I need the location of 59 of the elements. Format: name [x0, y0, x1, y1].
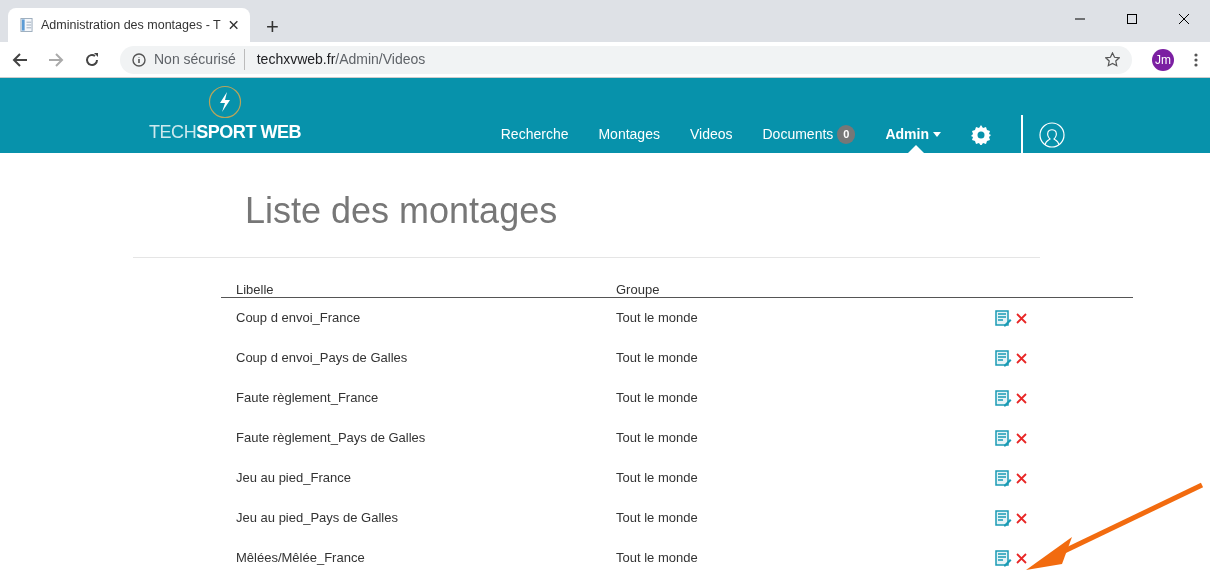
- star-icon[interactable]: [1105, 52, 1120, 67]
- browser-tab[interactable]: Administration des montages - T: [8, 8, 250, 42]
- edit-icon[interactable]: [995, 549, 1012, 567]
- count-badge: 0: [837, 125, 856, 144]
- delete-icon[interactable]: [1016, 432, 1027, 444]
- back-icon[interactable]: [12, 51, 28, 68]
- table-cell-text: Jeu au pied_France: [236, 469, 352, 488]
- delete-icon[interactable]: [1016, 312, 1027, 324]
- table-cell-text: Tout le monde: [616, 429, 699, 448]
- settings-icon[interactable]: [971, 124, 991, 145]
- menu-icon[interactable]: [1194, 51, 1198, 68]
- column-header: Libelle: [236, 281, 275, 297]
- close-icon[interactable]: [1178, 13, 1190, 25]
- table-cell-text: Jeu au pied_Pays de Galles: [236, 509, 399, 528]
- table-cell-text: Tout le monde: [616, 309, 699, 328]
- info-icon: [132, 52, 146, 67]
- edit-icon[interactable]: [995, 349, 1012, 367]
- nav-link[interactable]: Videos: [689, 116, 733, 153]
- edit-icon[interactable]: [995, 509, 1012, 527]
- maximize-icon[interactable]: [1126, 13, 1138, 25]
- document-icon: [20, 17, 33, 33]
- security-label: Non sécurisé: [154, 49, 245, 70]
- nav-link[interactable]: Documents 0: [762, 116, 856, 153]
- nav-link[interactable]: Recherche: [500, 116, 569, 153]
- table-cell-text: Mêlées/Mêlée_France: [236, 549, 366, 568]
- page-title: Liste des montages: [245, 193, 559, 229]
- edit-icon[interactable]: [995, 469, 1012, 487]
- delete-icon[interactable]: [1016, 512, 1027, 524]
- edit-icon[interactable]: [995, 389, 1012, 407]
- lightning-logo-icon: [208, 85, 243, 119]
- new-tab-button[interactable]: +: [262, 16, 283, 38]
- address-bar[interactable]: Non sécurisé techxvweb.fr/Admin/Videos: [120, 45, 1132, 74]
- forward-icon[interactable]: [48, 51, 64, 68]
- table-cell-text: Faute règlement_France: [236, 389, 380, 408]
- table-cell-text: Tout le monde: [616, 549, 699, 568]
- close-icon[interactable]: [228, 20, 238, 30]
- user-icon[interactable]: [1039, 121, 1065, 148]
- table-cell-text: Tout le monde: [616, 469, 699, 488]
- delete-icon[interactable]: [1016, 472, 1027, 484]
- site-logo: TECHSPORT WEB: [149, 123, 302, 141]
- table-cell-text: Coup d envoi_France: [236, 309, 362, 328]
- table-cell-text: Coup d envoi_Pays de Galles: [236, 349, 409, 368]
- delete-icon[interactable]: [1016, 352, 1027, 364]
- table-cell-text: Faute règlement_Pays de Galles: [236, 429, 427, 448]
- table-cell-text: Tout le monde: [616, 389, 699, 408]
- nav-link[interactable]: Admin: [885, 116, 941, 153]
- url-text: techxvweb.fr/Admin/Videos: [255, 50, 426, 69]
- delete-icon[interactable]: [1016, 392, 1027, 404]
- delete-icon[interactable]: [1016, 552, 1027, 564]
- reload-icon[interactable]: [84, 51, 100, 68]
- table-cell-text: Tout le monde: [616, 509, 699, 528]
- edit-icon[interactable]: [995, 309, 1012, 327]
- nav-link[interactable]: Montages: [598, 116, 660, 153]
- column-header: Groupe: [616, 281, 660, 297]
- profile-avatar[interactable]: Jm: [1152, 48, 1174, 71]
- table-cell-text: Tout le monde: [616, 349, 699, 368]
- active-indicator-icon: [907, 145, 924, 153]
- edit-icon[interactable]: [995, 429, 1012, 447]
- tab-title: Administration des montages - T: [41, 16, 221, 34]
